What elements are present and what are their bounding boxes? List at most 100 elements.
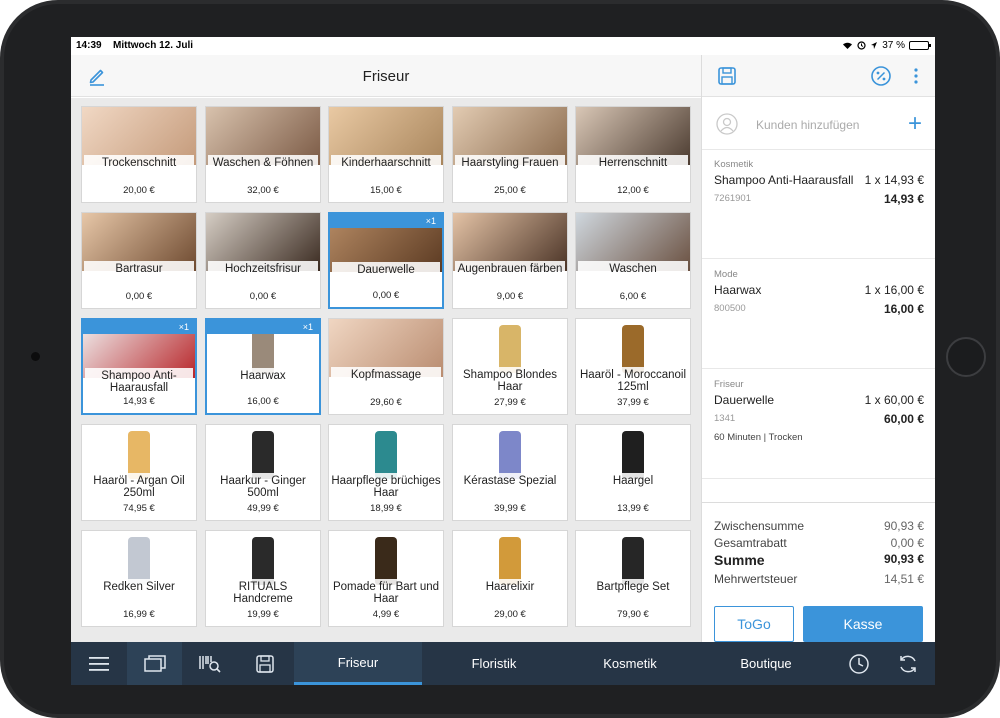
product-tile[interactable]: Bartrasur 0,00 € <box>81 212 197 309</box>
product-tile[interactable]: Haarpflege brüchiges Haar 18,99 € <box>328 424 444 521</box>
home-button[interactable] <box>946 337 986 377</box>
save-icon[interactable] <box>717 66 737 86</box>
add-customer-row[interactable]: Kunden hinzufügen + <box>702 98 935 150</box>
product-bottle-shape <box>499 325 521 373</box>
sync-icon <box>900 655 916 672</box>
discount-value: 0,00 € <box>890 536 924 550</box>
product-tile[interactable]: Bartpflege Set 79,90 € <box>575 530 691 627</box>
product-name: Hochzeitsfrisur <box>208 261 318 275</box>
status-bar: 14:39 Mittwoch 12. Juli 37 % <box>71 37 935 55</box>
product-tile[interactable]: Haargel 13,99 € <box>575 424 691 521</box>
sum-value: 90,93 € <box>883 552 924 566</box>
page-title: Friseur <box>362 68 410 85</box>
line-item-total: 60,00 € <box>883 412 924 426</box>
product-price: 18,99 € <box>370 503 402 514</box>
product-price: 6,00 € <box>619 291 647 302</box>
product-tile[interactable]: Redken Silver 16,99 € <box>81 530 197 627</box>
save-draft-button[interactable] <box>237 642 293 685</box>
togo-button[interactable]: ToGo <box>714 606 794 642</box>
barcode-search-button[interactable] <box>182 642 237 685</box>
product-tile[interactable]: ×1 Haarwax 16,00 € <box>205 318 321 415</box>
add-customer-plus-icon[interactable]: + <box>908 110 922 138</box>
product-tile[interactable]: Haaröl - Moroccanoil 125ml 37,99 € <box>575 318 691 415</box>
product-tile[interactable]: Augenbrauen färben 9,00 € <box>452 212 568 309</box>
discount-icon[interactable] <box>870 65 892 87</box>
line-item-sku: 7261901 <box>714 193 751 204</box>
product-name: Pomade für Bart und Haar <box>331 579 441 605</box>
sum-row: Summe 90,93 € <box>714 552 924 568</box>
tax-label: Mehrwertsteuer <box>714 572 798 586</box>
product-name: Haarelixir <box>455 579 565 593</box>
line-item-category: Mode <box>714 269 738 280</box>
product-bottle-shape <box>622 325 644 373</box>
product-name: Herrenschnitt <box>578 155 688 169</box>
bottom-navigation: Friseur Floristik Kosmetik Boutique <box>71 642 935 685</box>
line-item-sku: 800500 <box>714 303 746 314</box>
product-bottle-shape <box>252 431 274 479</box>
status-date: Mittwoch 12. Juli <box>113 40 194 51</box>
product-tile[interactable]: Shampoo Blondes Haar 27,99 € <box>452 318 568 415</box>
quantity-badge: ×1 <box>330 214 442 228</box>
line-item-quantity-price: 1 x 16,00 € <box>864 283 924 297</box>
sum-label: Summe <box>714 552 765 568</box>
product-tile[interactable]: Hochzeitsfrisur 0,00 € <box>205 212 321 309</box>
floppy-icon <box>256 654 274 673</box>
product-tile[interactable]: Trockenschnitt 20,00 € <box>81 106 197 203</box>
product-tile[interactable]: ×1 Dauerwelle 0,00 € <box>328 212 444 309</box>
product-tile[interactable]: Herrenschnitt 12,00 € <box>575 106 691 203</box>
product-price: 13,99 € <box>617 503 649 514</box>
product-tile[interactable]: Haarstyling Frauen 25,00 € <box>452 106 568 203</box>
sync-button[interactable] <box>886 642 930 685</box>
line-item-category: Kosmetik <box>714 159 754 170</box>
discount-label: Gesamtrabatt <box>714 536 787 550</box>
product-price: 29,60 € <box>370 397 402 408</box>
product-tile[interactable]: Kérastase Spezial 39,99 € <box>452 424 568 521</box>
status-time: 14:39 <box>76 40 102 51</box>
product-name: Kérastase Spezial <box>455 473 565 487</box>
checkout-button[interactable]: Kasse <box>803 606 923 642</box>
product-grid: Trockenschnitt 20,00 € Waschen & Föhnen 32,… <box>71 98 701 642</box>
product-tile[interactable]: Waschen & Föhnen 32,00 € <box>205 106 321 203</box>
product-tile[interactable]: ×1 Shampoo Anti-Haarausfall 14,93 € <box>81 318 197 415</box>
product-tile[interactable]: Haarkur - Ginger 500ml 49,99 € <box>205 424 321 521</box>
cart-header <box>702 55 935 97</box>
subtotal-label: Zwischensumme <box>714 519 805 533</box>
product-tile[interactable]: Kopfmassage 29,60 € <box>328 318 444 415</box>
line-item-sku: 1341 <box>714 413 736 424</box>
barcode-search-icon <box>198 655 221 673</box>
product-tile[interactable]: Haarelixir 29,00 € <box>452 530 568 627</box>
more-vertical-icon[interactable] <box>913 67 919 85</box>
tab-kosmetik[interactable]: Kosmetik <box>566 642 694 685</box>
product-tile[interactable]: Waschen 6,00 € <box>575 212 691 309</box>
menu-button[interactable] <box>71 642 127 685</box>
history-button[interactable] <box>837 642 881 685</box>
product-name: Kinderhaarschnitt <box>331 155 441 169</box>
product-name: Haaröl - Argan Oil 250ml <box>84 473 194 499</box>
product-price: 37,99 € <box>617 397 649 408</box>
line-item-category: Friseur <box>714 379 744 390</box>
tab-friseur[interactable]: Friseur <box>294 642 422 685</box>
cart-line-item[interactable]: Friseur Dauerwelle 1 x 60,00 € 1341 60,00 € 6… <box>702 371 935 479</box>
cart-line-item[interactable]: Mode Haarwax 1 x 16,00 € 800500 16,00 € <box>702 261 935 369</box>
tab-boutique[interactable]: Boutique <box>702 642 830 685</box>
product-name: Haargel <box>578 473 688 487</box>
orders-button[interactable] <box>127 642 182 685</box>
line-item-quantity-price: 1 x 60,00 € <box>864 393 924 407</box>
product-tile[interactable]: Pomade für Bart und Haar 4,99 € <box>328 530 444 627</box>
product-tile[interactable]: RITUALS Handcreme 19,99 € <box>205 530 321 627</box>
product-tile[interactable]: Kinderhaarschnitt 15,00 € <box>328 106 444 203</box>
product-price: 27,99 € <box>494 397 526 408</box>
screen: 14:39 Mittwoch 12. Juli 37 % Friseur Tro… <box>71 37 935 685</box>
product-name: Waschen & Föhnen <box>208 155 318 169</box>
tab-floristik[interactable]: Floristik <box>430 642 558 685</box>
product-name: Kopfmassage <box>331 367 441 381</box>
product-bottle-shape <box>128 537 150 585</box>
product-price: 16,00 € <box>247 396 279 407</box>
product-price: 12,00 € <box>617 185 649 196</box>
product-name: Haarkur - Ginger 500ml <box>208 473 318 499</box>
product-tile[interactable]: Haaröl - Argan Oil 250ml 74,95 € <box>81 424 197 521</box>
product-price: 32,00 € <box>247 185 279 196</box>
product-price: 14,93 € <box>123 396 155 407</box>
catalog-header: Friseur <box>71 55 701 97</box>
cart-line-item[interactable]: Kosmetik Shampoo Anti-Haarausfall 1 x 14,9… <box>702 151 935 259</box>
